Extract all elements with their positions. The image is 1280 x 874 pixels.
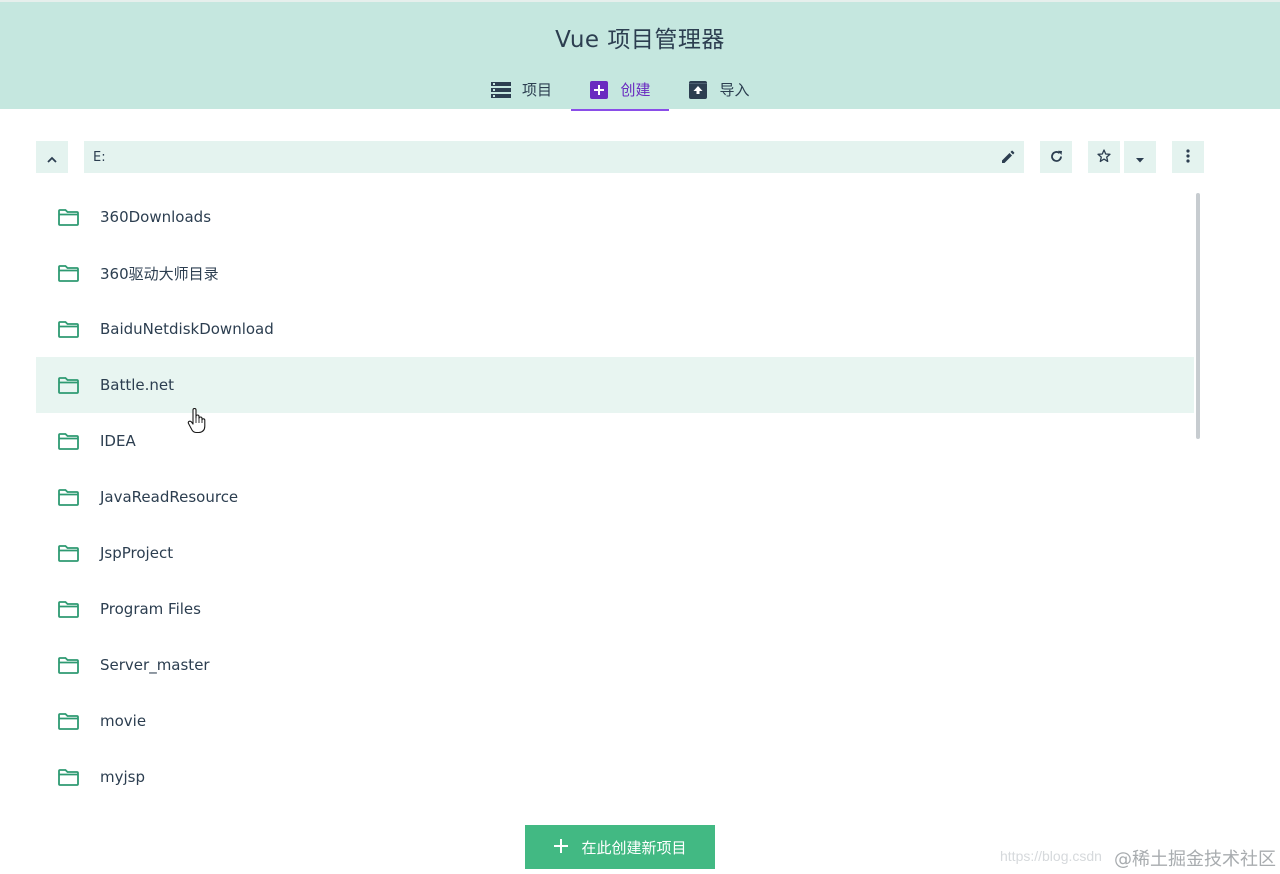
- folder-name: BaiduNetdiskDownload: [100, 320, 274, 338]
- path-bar[interactable]: E:: [84, 141, 1024, 173]
- tab-create[interactable]: 创建: [571, 68, 669, 111]
- folder-icon: [56, 487, 80, 507]
- folder-icon: [56, 767, 80, 787]
- tab-projects-label: 项目: [521, 81, 552, 99]
- folder-item[interactable]: JspProject: [36, 525, 1194, 581]
- current-path: E:: [93, 149, 106, 165]
- caret-down-icon: [1136, 148, 1144, 167]
- more-options-button[interactable]: [1172, 141, 1204, 173]
- plus-icon: [553, 834, 569, 858]
- favorites-menu-button[interactable]: [1124, 141, 1156, 173]
- folder-name: JavaReadResource: [100, 488, 239, 506]
- folder-name: IDEA: [100, 432, 136, 450]
- folder-item[interactable]: movie: [36, 693, 1194, 749]
- list-scrollbar[interactable]: [1196, 193, 1200, 439]
- create-project-here-label: 在此创建新项目: [581, 838, 687, 857]
- folder-name: 360Downloads: [100, 208, 212, 226]
- more-vert-icon: [1186, 148, 1190, 167]
- folder-icon: [56, 431, 80, 451]
- folder-name: 360驱动大师目录: [100, 264, 219, 283]
- folder-icon: [56, 319, 80, 339]
- folder-name: Battle.net: [100, 376, 175, 394]
- folder-name: Program Files: [100, 600, 201, 618]
- favorite-button[interactable]: [1088, 141, 1120, 173]
- folder-icon: [56, 655, 80, 675]
- tab-import-label: 导入: [719, 81, 750, 99]
- tab-create-label: 创建: [620, 81, 651, 99]
- refresh-icon: [1050, 148, 1063, 167]
- watermark: @稀土掘金技术社区: [1114, 849, 1276, 870]
- app-header: Vue 项目管理器 项目 创建 导入: [0, 0, 1280, 111]
- folder-item[interactable]: 360驱动大师目录: [36, 245, 1194, 301]
- pencil-icon[interactable]: [998, 147, 1018, 167]
- folder-item[interactable]: myjsp: [36, 749, 1194, 805]
- folder-list: 360Downloads 360驱动大师目录 BaiduNetdiskDownl…: [36, 189, 1194, 805]
- watermark-url: https://blog.csdn: [1000, 848, 1102, 864]
- list-icon: [490, 80, 511, 100]
- star-outline-icon: [1097, 148, 1111, 167]
- tab-projects[interactable]: 项目: [472, 68, 571, 111]
- unarchive-icon: [688, 80, 708, 100]
- folder-item-hovered[interactable]: Battle.net: [36, 357, 1194, 413]
- folder-icon: [56, 263, 80, 283]
- folder-name: myjsp: [100, 768, 145, 786]
- create-project-here-button[interactable]: 在此创建新项目: [525, 825, 715, 869]
- tab-import[interactable]: 导入: [669, 68, 769, 111]
- refresh-button[interactable]: [1040, 141, 1072, 173]
- chevron-up-icon: [47, 148, 57, 167]
- folder-item[interactable]: Server_master: [36, 637, 1194, 693]
- folder-name: Server_master: [100, 656, 210, 674]
- folder-item[interactable]: Program Files: [36, 581, 1194, 637]
- folder-name: movie: [100, 712, 147, 730]
- app-title: Vue 项目管理器: [555, 27, 725, 53]
- folder-icon: [56, 599, 80, 619]
- folder-item[interactable]: JavaReadResource: [36, 469, 1194, 525]
- add-box-icon: [589, 80, 609, 100]
- folder-item[interactable]: IDEA: [36, 413, 1194, 469]
- folder-item[interactable]: BaiduNetdiskDownload: [36, 301, 1194, 357]
- folder-toolbar: E:: [36, 141, 1204, 173]
- folder-icon: [56, 375, 80, 395]
- folder-item[interactable]: 360Downloads: [36, 189, 1194, 245]
- main-tabs: 项目 创建 导入: [472, 68, 769, 111]
- hand-cursor-icon: [187, 407, 207, 434]
- folder-icon: [56, 711, 80, 731]
- folder-icon: [56, 207, 80, 227]
- folder-name: JspProject: [100, 544, 174, 562]
- parent-folder-button[interactable]: [36, 141, 68, 173]
- folder-icon: [56, 543, 80, 563]
